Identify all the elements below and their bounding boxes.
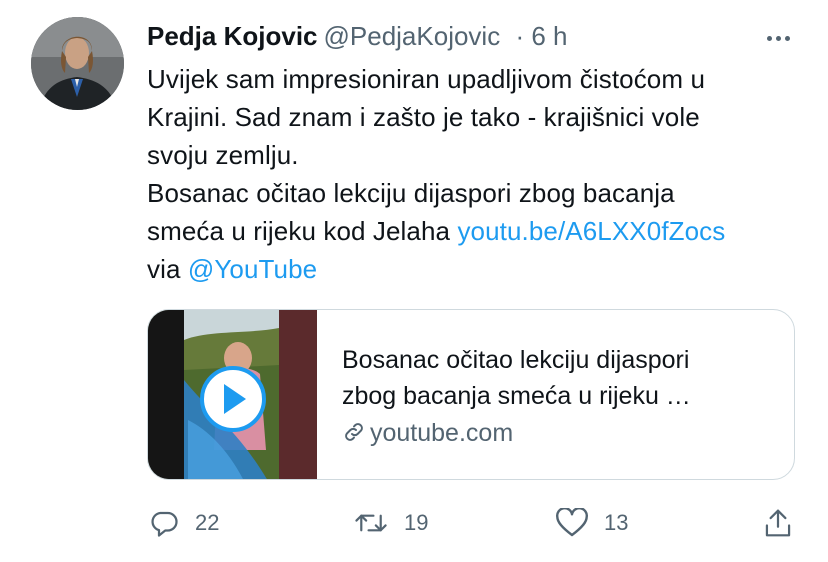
author-avatar[interactable] [31,17,124,110]
tweet-via-line: via @YouTube [147,250,807,288]
like-button[interactable]: 13 [556,505,628,541]
card-title-line: zbog bacanja smeća u rijeku … [342,382,691,410]
heart-icon [556,508,588,537]
via-label: via [147,254,181,284]
video-thumbnail[interactable] [148,310,317,479]
tweet-text-line: svoju zemlju. [147,140,299,170]
card-title-line: Bosanac očitao lekciju dijaspori [342,346,690,374]
tweet-text-line: Krajini. Sad znam i zašto je tako - kraj… [147,102,700,132]
reply-button[interactable]: 22 [149,505,219,541]
author-name[interactable]: Pedja Kojovic [147,21,318,51]
tweet-text-line: smeća u rijeku kod Jelaha [147,216,451,246]
play-icon[interactable] [200,366,266,432]
retweet-count: 19 [404,510,429,535]
like-count: 13 [604,510,629,535]
tweet-text-line: Uvijek sam impresioniran upadljivom čist… [147,64,706,94]
retweet-button[interactable]: 19 [354,505,428,541]
tweet-text: Uvijek sam impresioniran upadljivom čist… [147,60,807,288]
reply-icon [151,511,178,537]
card-title: Bosanac očitao lekciju dijaspori zbog ba… [342,342,762,414]
tweet-header: Pedja Kojovic @PedjaKojovic · 6 h [147,20,567,52]
card-domain: youtube.com [342,416,513,450]
link-icon [345,423,363,441]
more-dots-icon[interactable] [760,34,796,42]
tweet-link[interactable]: youtu.be/A6LXX0fZocs [457,216,725,246]
card-domain-text: youtube.com [370,419,514,447]
tweet-actions: 22 19 13 [0,505,828,541]
share-icon [765,509,791,537]
author-handle[interactable]: @PedjaKojovic [324,21,501,51]
link-preview-card[interactable]: Bosanac očitao lekciju dijaspori zbog ba… [147,309,795,480]
tweet-text-line: Bosanac očitao lekciju dijaspori zbog ba… [147,178,675,208]
reply-count: 22 [195,510,220,535]
tweet-timestamp[interactable]: · 6 h [515,21,567,51]
youtube-mention[interactable]: @YouTube [188,254,317,284]
retweet-icon [355,514,387,532]
share-button[interactable] [763,505,793,541]
tweet-text-line-with-link: smeća u rijeku kod Jelaha youtu.be/A6LXX… [147,212,807,250]
